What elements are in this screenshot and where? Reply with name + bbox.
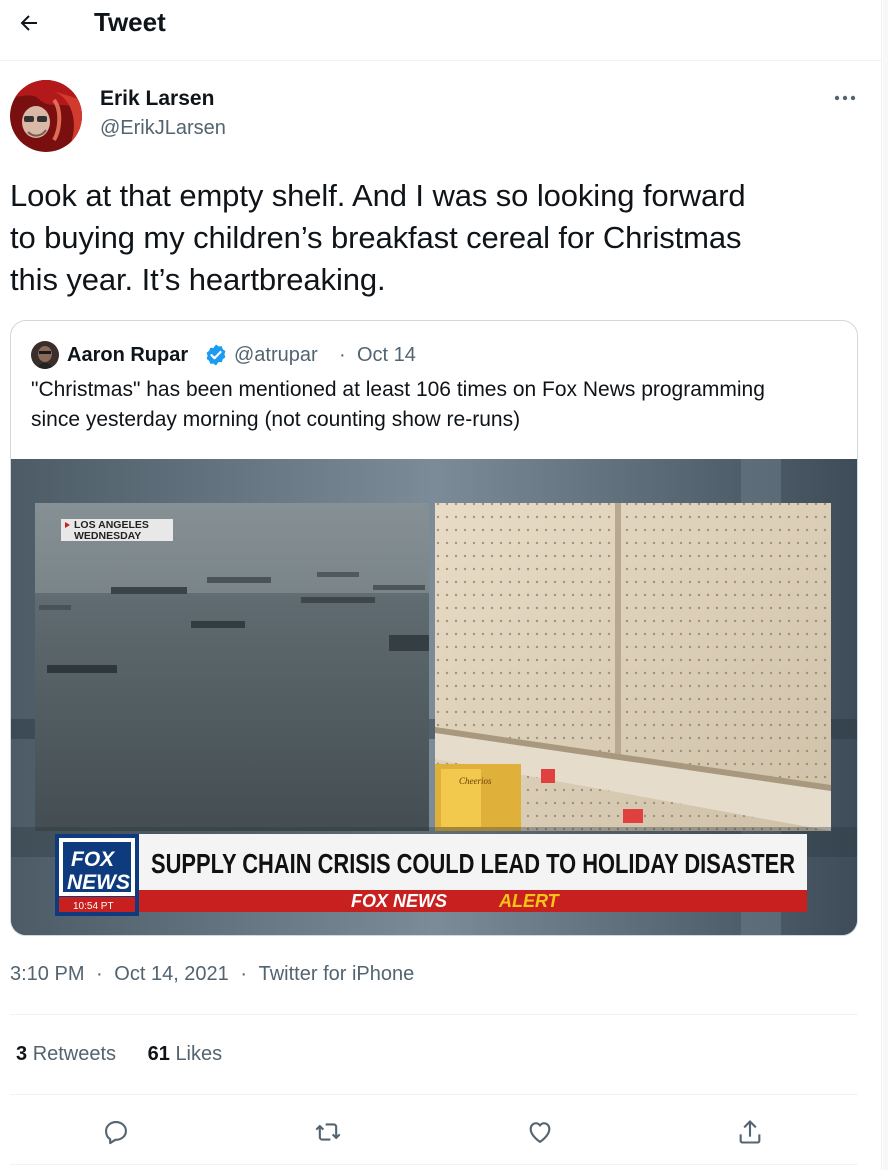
back-button[interactable] <box>12 6 46 40</box>
quoted-avatar <box>31 341 59 369</box>
more-button[interactable] <box>830 88 860 108</box>
author-name[interactable]: Erik Larsen <box>100 86 214 112</box>
cereal-box-label: Cheerios <box>459 776 492 786</box>
tweet-time[interactable]: 3:10 PM <box>10 960 84 988</box>
quoted-text-line: "Christmas" has been mentioned at least … <box>31 378 765 401</box>
meta-separator: · <box>96 963 103 985</box>
tweet-text-line: this year. It’s heartbreaking. <box>10 262 386 297</box>
alert-brand: FOX NEWS <box>351 891 447 911</box>
likes-stat[interactable]: 61 Likes <box>148 1043 223 1065</box>
verified-badge-icon <box>204 343 228 367</box>
alert-word: ALERT <box>498 891 561 911</box>
arrow-left-icon <box>20 15 37 31</box>
retweet-button[interactable] <box>308 1112 348 1152</box>
divider <box>10 1094 858 1095</box>
quoted-text: "Christmas" has been mentioned at least … <box>31 375 841 435</box>
dot-separator: · <box>339 344 346 366</box>
retweets-stat[interactable]: 3 Retweets <box>16 1043 122 1065</box>
quoted-text-line: since yesterday morning (not counting sh… <box>31 408 521 431</box>
tweet-source[interactable]: Twitter for iPhone <box>259 960 415 988</box>
tweet-text-line: Look at that empty shelf. And I was so l… <box>10 178 746 213</box>
quoted-date: Oct 14 <box>357 344 416 366</box>
meta-separator: · <box>240 963 248 985</box>
action-bar <box>0 1112 881 1152</box>
retweet-icon <box>315 1123 341 1141</box>
location-line2: WEDNESDAY <box>74 530 141 542</box>
scrollbar-track[interactable] <box>883 0 888 1170</box>
reply-button[interactable] <box>96 1112 136 1152</box>
tweet-text: Look at that empty shelf. And I was so l… <box>10 175 870 301</box>
divider <box>10 1014 858 1015</box>
retweets-label: Retweets <box>32 1043 117 1065</box>
quoted-author-handle: @atrupar <box>234 344 318 366</box>
tweet-meta: 3:10 PM · Oct 14, 2021 · Twitter for iPh… <box>10 960 414 988</box>
news-headline: SUPPLY CHAIN CRISIS COULD LEAD TO HOLIDA… <box>151 848 795 879</box>
retweets-count: 3 <box>16 1043 28 1065</box>
heart-icon <box>529 1122 551 1143</box>
top-header: Tweet <box>0 0 881 61</box>
likes-count: 61 <box>147 1043 170 1065</box>
fox-logo-line1: FOX <box>71 848 116 871</box>
quoted-author-name: Aaron Rupar <box>67 344 189 366</box>
reply-icon <box>105 1121 127 1145</box>
page-title: Tweet <box>94 7 166 37</box>
broadcast-time: 10:54 PT <box>73 901 114 912</box>
column-divider <box>881 0 882 1170</box>
tweet-stats: 3 Retweets 61 Likes <box>16 1040 222 1068</box>
quoted-media[interactable]: LOS ANGELES WEDNESDAY Cheerios FOX NEWS … <box>11 459 857 935</box>
share-icon <box>739 1120 761 1144</box>
divider <box>10 1164 858 1165</box>
share-button[interactable] <box>730 1112 770 1152</box>
more-horizontal-icon <box>834 95 856 101</box>
like-button[interactable] <box>520 1112 560 1152</box>
news-screenshot-image: LOS ANGELES WEDNESDAY Cheerios FOX NEWS … <box>11 459 857 935</box>
author-handle[interactable]: @ErikJLarsen <box>100 115 226 141</box>
author-avatar[interactable] <box>10 80 82 152</box>
likes-label: Likes <box>175 1043 223 1065</box>
quoted-tweet[interactable]: Aaron Rupar @atrupar · Oct 14 "Christmas… <box>10 320 858 936</box>
tweet-text-line: to buying my children’s breakfast cereal… <box>10 220 742 255</box>
tweet-date[interactable]: Oct 14, 2021 <box>114 960 229 988</box>
fox-logo-line2: NEWS <box>67 871 130 894</box>
